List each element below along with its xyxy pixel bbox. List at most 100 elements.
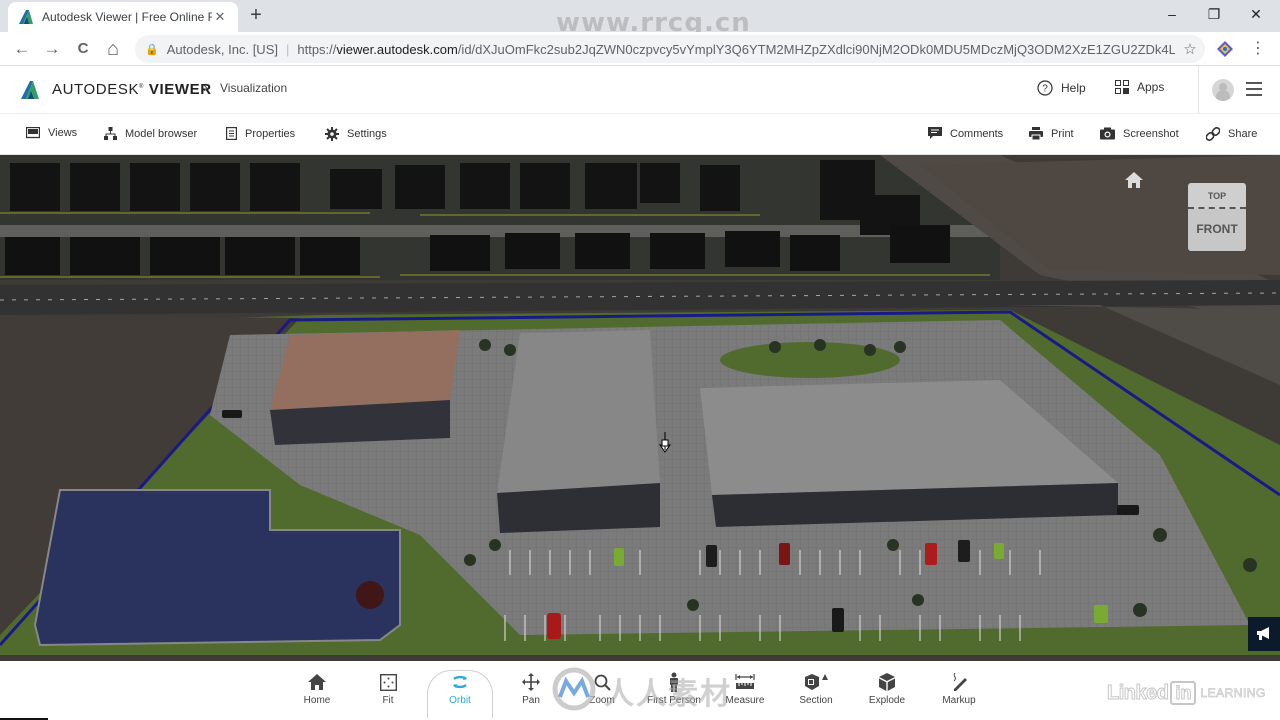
share-label: Share — [1228, 128, 1258, 140]
header-divider — [1198, 66, 1199, 114]
home-icon — [308, 674, 326, 690]
autodesk-logo-icon[interactable] — [20, 80, 40, 100]
print-button[interactable]: Print — [1029, 127, 1074, 140]
settings-button[interactable]: Settings — [325, 127, 387, 141]
help-label: Help — [1061, 81, 1086, 95]
forward-button[interactable]: → — [40, 37, 64, 61]
hierarchy-icon — [104, 127, 117, 140]
address-bar[interactable]: 🔒 Autodesk, Inc. [US] | https://viewer.a… — [135, 35, 1205, 63]
restore-button[interactable]: ❐ — [1192, 0, 1236, 28]
tool-orbit[interactable]: Orbit — [425, 671, 495, 717]
model-browser-button[interactable]: Model browser — [104, 127, 197, 140]
autodesk-favicon-icon — [19, 10, 33, 24]
browser-menu-icon[interactable]: ⋮ — [1250, 38, 1266, 58]
tool-pan-label: Pan — [522, 695, 540, 706]
properties-label: Properties — [245, 127, 296, 140]
url-text[interactable]: https://viewer.autodesk.com/id/dXJuOmFkc… — [297, 42, 1175, 57]
tool-fit-label: Fit — [382, 695, 394, 706]
view-cube-top[interactable]: TOP — [1188, 183, 1246, 209]
site-identity[interactable]: Autodesk, Inc. [US] — [167, 42, 278, 57]
linkedin-learning-text: LEARNING — [1200, 686, 1266, 701]
navigation-toolbar: Home Fit Orbit Pan Zoom First Person Mea… — [0, 661, 1280, 720]
minimize-button[interactable]: – — [1150, 0, 1194, 28]
screenshot-button[interactable]: Screenshot — [1100, 127, 1179, 140]
explode-cube-icon — [879, 673, 895, 691]
apps-label: Apps — [1137, 80, 1165, 94]
views-button[interactable]: Views — [26, 127, 77, 139]
browser-tab[interactable]: Autodesk Viewer | Free Online Fi ✕ — [8, 2, 238, 32]
mc-watermark-logo — [552, 667, 596, 711]
svg-text:?: ? — [1042, 84, 1048, 95]
tool-markup[interactable]: Markup — [924, 671, 994, 717]
pen-icon — [953, 673, 967, 691]
view-cube-front[interactable]: FRONT — [1188, 209, 1246, 251]
omnibox-separator: | — [285, 41, 290, 57]
extension-icon[interactable] — [1216, 40, 1234, 58]
home-view-icon[interactable] — [1125, 172, 1143, 188]
gear-icon — [325, 127, 339, 141]
3d-viewport[interactable]: TOP FRONT — [0, 155, 1280, 661]
browser-toolbar: ← → C ⌂ 🔒 Autodesk, Inc. [US] | https://… — [0, 32, 1280, 66]
url-path: /id/dXJuOmFkc2sub2JqZWN0czpvcy5vYmplY3Q6… — [457, 41, 1175, 57]
view-cube[interactable]: TOP FRONT — [1188, 183, 1246, 251]
link-icon — [1206, 127, 1220, 141]
tool-section[interactable]: Section — [781, 671, 851, 717]
share-button[interactable]: Share — [1206, 127, 1257, 141]
breadcrumb-chevron-icon: › — [203, 79, 208, 96]
printer-icon — [1029, 127, 1043, 140]
browser-tab-strip: Autodesk Viewer | Free Online Fi ✕ + www… — [0, 0, 1280, 38]
camera-icon — [1100, 127, 1115, 140]
tool-orbit-label: Orbit — [449, 695, 471, 706]
apps-grid-icon — [1115, 80, 1129, 94]
ruler-icon — [735, 674, 755, 689]
brand-registered: ® — [139, 84, 145, 90]
help-button[interactable]: ? Help — [1037, 80, 1086, 96]
site-model-render — [0, 155, 1280, 661]
apps-button[interactable]: Apps — [1115, 80, 1164, 94]
tool-explode-label: Explode — [868, 695, 906, 706]
tool-explode[interactable]: Explode — [852, 671, 922, 717]
breadcrumb-visualization[interactable]: Visualization — [220, 81, 287, 95]
new-tab-button[interactable]: + — [246, 5, 266, 25]
orbit-cursor-icon — [659, 432, 671, 453]
comments-button[interactable]: Comments — [928, 127, 1003, 140]
user-avatar[interactable] — [1212, 79, 1234, 101]
tool-home-label: Home — [303, 695, 331, 706]
bookmark-star-icon[interactable]: ☆ — [1175, 40, 1205, 58]
linkedin-word: Linked — [1106, 681, 1169, 704]
tool-home[interactable]: Home — [282, 671, 352, 717]
linkedin-in-box: in — [1170, 681, 1197, 705]
document-icon — [226, 127, 237, 140]
back-button[interactable]: ← — [10, 37, 34, 61]
feedback-button[interactable] — [1248, 617, 1280, 651]
screenshot-label: Screenshot — [1123, 127, 1179, 140]
url-prefix: https:// — [297, 41, 337, 57]
close-window-button[interactable]: ✕ — [1234, 0, 1278, 28]
properties-button[interactable]: Properties — [226, 127, 295, 140]
app-header: AUTODESK® VIEWER › Visualization ? Help … — [0, 66, 1280, 114]
tool-markup-label: Markup — [942, 695, 976, 706]
monitor-icon — [26, 127, 40, 139]
linkedin-learning-logo: Linked in LEARNING — [1106, 681, 1266, 705]
app-brand[interactable]: AUTODESK® VIEWER — [52, 81, 212, 98]
home-button[interactable]: ⌂ — [101, 37, 125, 61]
tool-fit[interactable]: Fit — [353, 671, 423, 717]
comments-label: Comments — [950, 127, 1004, 140]
tab-close-icon[interactable]: ✕ — [212, 9, 228, 25]
settings-label: Settings — [347, 128, 387, 140]
section-cube-icon — [805, 674, 828, 690]
cn-watermark: 人人素材 — [604, 677, 732, 712]
viewer-toolbar: Views Model browser Properties Settings … — [0, 114, 1280, 155]
fit-icon — [379, 673, 397, 691]
hamburger-menu-icon[interactable] — [1246, 82, 1262, 96]
orbit-icon — [453, 675, 467, 689]
help-circle-icon: ? — [1037, 80, 1053, 96]
reload-button[interactable]: C — [71, 37, 95, 61]
tool-section-label: Section — [799, 695, 833, 706]
pan-icon — [522, 673, 540, 691]
megaphone-icon — [1257, 627, 1269, 640]
url-host: viewer.autodesk.com — [336, 41, 458, 57]
lock-icon: 🔒 — [145, 43, 159, 56]
views-label: Views — [48, 127, 78, 139]
brand-autodesk: AUTODESK — [52, 81, 140, 98]
